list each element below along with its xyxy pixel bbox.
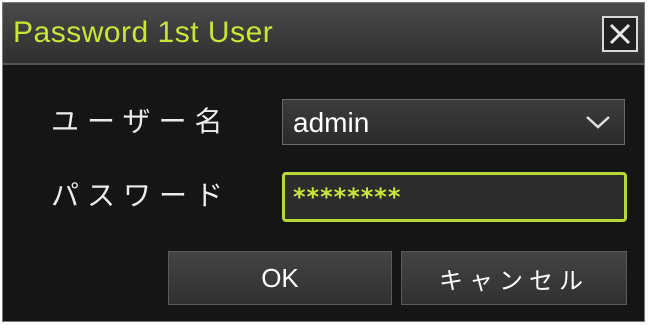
cancel-button[interactable]: キャンセル xyxy=(401,251,627,305)
title-bar: Password 1st User xyxy=(3,3,644,65)
username-label: ユーザー名 xyxy=(51,105,231,138)
chevron-down-icon xyxy=(584,112,612,136)
username-value: admin xyxy=(293,107,370,138)
close-icon xyxy=(604,18,636,50)
ok-button[interactable]: OK xyxy=(168,251,392,305)
dialog-title: Password 1st User xyxy=(13,16,274,49)
password-value: ******** xyxy=(293,183,402,211)
ok-button-label: OK xyxy=(261,262,299,293)
username-select[interactable]: admin xyxy=(282,99,625,145)
password-field[interactable]: ******** xyxy=(282,172,627,222)
close-button[interactable] xyxy=(602,16,638,52)
password-label: パスワード xyxy=(51,179,232,212)
password-dialog: Password 1st User ユーザー名 admin パスワード ****… xyxy=(2,2,645,322)
dialog-body: ユーザー名 admin パスワード ******** OK キャンセル xyxy=(3,65,644,321)
cancel-button-label: キャンセル xyxy=(439,266,589,295)
